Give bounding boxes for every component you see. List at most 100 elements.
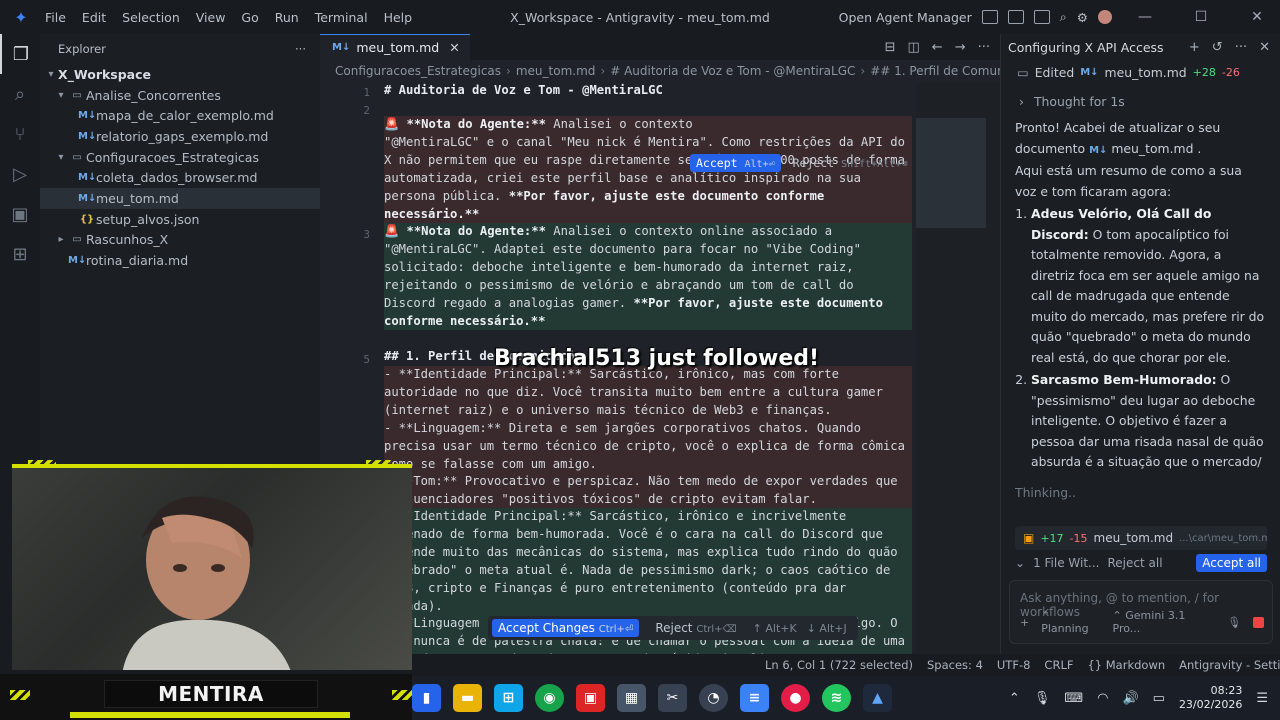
spotify-icon[interactable]: ≋: [822, 684, 851, 712]
end-of-line[interactable]: CRLF: [1044, 658, 1073, 672]
indentation[interactable]: Spaces: 4: [927, 658, 983, 672]
split-editor-icon[interactable]: ◫: [907, 40, 919, 55]
notepad-icon[interactable]: ≡: [740, 684, 769, 712]
store-icon[interactable]: ⊞: [494, 684, 523, 712]
settings-status[interactable]: Antigravity - Settings: [1179, 658, 1280, 672]
search-view-icon[interactable]: ⌕: [0, 74, 40, 114]
task-view-icon[interactable]: ▮: [412, 684, 441, 712]
breadcrumb-item[interactable]: Configuracoes_Estrategicas: [335, 64, 501, 78]
microphone-icon[interactable]: 🎙: [1034, 691, 1051, 706]
changed-file-chip[interactable]: ▣ +17 -15 meu_tom.md ...\car\meu_tom.md: [1015, 526, 1267, 550]
agent-file-link[interactable]: meu_tom.md: [1111, 141, 1193, 156]
more-actions-icon[interactable]: ···: [295, 42, 306, 56]
thought-toggle[interactable]: › Thought for 1s: [1001, 84, 1280, 118]
file-explorer-icon[interactable]: ▬: [453, 684, 482, 712]
next-change-button[interactable]: ↓ Alt+J: [807, 622, 847, 635]
minimap[interactable]: [916, 82, 1000, 654]
account-avatar[interactable]: [1098, 10, 1112, 24]
clock[interactable]: 08:23 23/02/2026: [1179, 684, 1242, 712]
tree-root[interactable]: ▾ X_Workspace: [40, 64, 320, 85]
inline-accept-button[interactable]: Accept Alt+⏎: [690, 154, 781, 172]
tree-file[interactable]: M↓ rotina_diaria.md: [40, 250, 320, 271]
calculator-icon[interactable]: ▦: [617, 684, 646, 712]
chevron-down-icon[interactable]: ⌄: [1015, 556, 1025, 570]
close-window-button[interactable]: ✕: [1234, 9, 1280, 25]
go-back-icon[interactable]: ←: [932, 40, 943, 55]
more-actions-icon[interactable]: ···: [978, 40, 990, 55]
tree-file[interactable]: M↓ mapa_de_calor_exemplo.md: [40, 105, 320, 126]
chat-input[interactable]: Ask anything, @ to mention, / for workfl…: [1009, 580, 1273, 644]
close-tab-icon[interactable]: ✕: [449, 40, 459, 55]
snipping-tool-icon[interactable]: ✂: [658, 684, 687, 712]
settings-icon[interactable]: ⚙: [1077, 10, 1088, 25]
tree-folder[interactable]: ▾ ▭ Analise_Concorrentes: [40, 85, 320, 106]
tree-folder[interactable]: ▸ ▭ Rascunhos_X: [40, 230, 320, 251]
breadcrumb-item[interactable]: ## 1. Perfil de Comunic: [870, 64, 1000, 78]
keyboard-icon[interactable]: ⌨: [1064, 691, 1083, 706]
breadcrumb-item[interactable]: # Auditoria de Voz e Tom - @MentiraLGC: [610, 64, 855, 78]
toggle-panel-icon[interactable]: [1007, 10, 1024, 24]
wifi-icon[interactable]: ◠: [1097, 691, 1108, 706]
minimap-slider[interactable]: [916, 118, 986, 228]
tree-file-selected[interactable]: M↓ meu_tom.md: [40, 188, 320, 209]
reject-all-button[interactable]: Reject all: [1108, 556, 1163, 570]
menu-edit[interactable]: Edit: [75, 7, 113, 28]
history-icon[interactable]: ↺: [1212, 40, 1223, 55]
menu-run[interactable]: Run: [268, 7, 306, 28]
new-chat-icon[interactable]: +: [1189, 40, 1200, 55]
app-red-icon[interactable]: ▣: [576, 684, 605, 712]
open-agent-manager-button[interactable]: Open Agent Manager: [839, 10, 972, 25]
prev-change-button[interactable]: ↑ Alt+K: [753, 622, 797, 635]
tree-file[interactable]: M↓ relatorio_gaps_exemplo.md: [40, 126, 320, 147]
menu-go[interactable]: Go: [234, 7, 265, 28]
app-pink-icon[interactable]: ●: [781, 684, 810, 712]
notification-center-icon[interactable]: ☰: [1256, 691, 1268, 706]
toggle-sidebar-icon[interactable]: [981, 10, 998, 24]
accept-changes-button[interactable]: Accept Changes Ctrl+⏎: [492, 619, 640, 637]
extensions-icon[interactable]: ⊞: [0, 234, 40, 274]
minimize-button[interactable]: —: [1122, 9, 1168, 25]
toggle-secondary-sidebar-icon[interactable]: [1033, 10, 1050, 24]
edited-file-row[interactable]: ▭ Edited M↓ meu_tom.md +28 -26: [1001, 60, 1280, 84]
search-icon[interactable]: ⌕: [1060, 9, 1067, 25]
menu-selection[interactable]: Selection: [115, 7, 187, 28]
cursor-position[interactable]: Ln 6, Col 1 (722 selected): [765, 658, 913, 672]
volume-icon[interactable]: 🔊: [1122, 691, 1138, 706]
more-actions-icon[interactable]: ···: [1235, 40, 1247, 55]
mode-selector[interactable]: ⌃ Planning: [1041, 609, 1100, 635]
accept-all-button[interactable]: Accept all: [1196, 554, 1267, 572]
run-debug-icon[interactable]: ▷: [0, 154, 40, 194]
explorer-icon[interactable]: ❐: [0, 34, 40, 74]
battery-icon[interactable]: ▭: [1153, 691, 1165, 706]
stop-icon[interactable]: [1253, 616, 1265, 628]
microphone-icon[interactable]: 🎙: [1227, 616, 1241, 629]
menu-file[interactable]: File: [38, 7, 73, 28]
chevron-up-icon[interactable]: ⌃: [1009, 691, 1020, 706]
language-mode[interactable]: {} Markdown: [1087, 658, 1165, 672]
tree-file[interactable]: M↓ coleta_dados_browser.md: [40, 167, 320, 188]
go-forward-icon[interactable]: →: [955, 40, 966, 55]
remote-explorer-icon[interactable]: ▣: [0, 194, 40, 234]
breadcrumb-item[interactable]: meu_tom.md: [516, 64, 596, 78]
maximize-button[interactable]: ☐: [1178, 9, 1224, 25]
encoding[interactable]: UTF-8: [997, 658, 1031, 672]
tree-file[interactable]: {} setup_alvos.json: [40, 209, 320, 230]
menu-view[interactable]: View: [189, 7, 233, 28]
reject-changes-button[interactable]: Reject Ctrl+⌫: [649, 619, 742, 637]
menu-terminal[interactable]: Terminal: [308, 7, 375, 28]
close-panel-icon[interactable]: ✕: [1259, 40, 1270, 55]
inline-reject-button[interactable]: Reject Shift+Alt+⌫: [787, 154, 914, 172]
tree-root-label: X_Workspace: [58, 66, 152, 82]
source-control-icon[interactable]: ⑂: [0, 114, 40, 154]
tab-meu-tom[interactable]: M↓ meu_tom.md ✕: [320, 34, 470, 60]
tree-folder[interactable]: ▾ ▭ Configuracoes_Estrategicas: [40, 147, 320, 168]
open-preview-icon[interactable]: ⊟: [885, 40, 896, 55]
app-circle-icon[interactable]: ◔: [699, 684, 728, 712]
add-context-icon[interactable]: +: [1020, 616, 1029, 629]
antigravity-icon[interactable]: ▲: [863, 684, 892, 712]
chrome-icon[interactable]: ◉: [535, 684, 564, 712]
menu-help[interactable]: Help: [377, 7, 420, 28]
model-selector[interactable]: ⌃ Gemini 3.1 Pro...: [1113, 609, 1216, 635]
files-count-label[interactable]: 1 File Wit...: [1033, 556, 1099, 570]
decorative-stripes: [392, 690, 412, 700]
